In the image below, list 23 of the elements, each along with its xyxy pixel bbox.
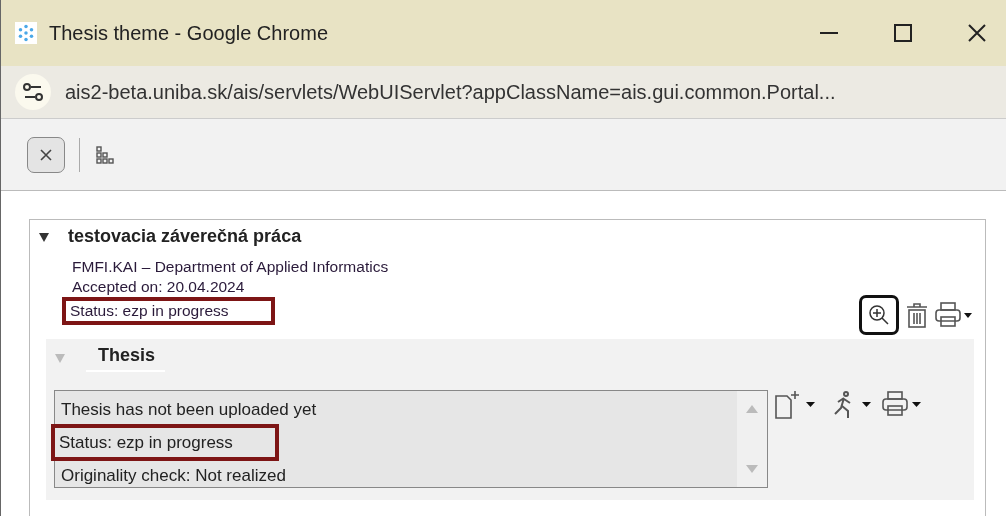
close-button[interactable] <box>27 136 65 173</box>
info-line: Accepted on: 20.04.2024 <box>71 277 246 297</box>
close-icon[interactable] <box>968 24 986 42</box>
zoom-in-icon <box>868 304 890 326</box>
app-icon <box>15 22 37 44</box>
thesis-title: testovacia záverečná práca <box>68 226 302 247</box>
info-line: Status: ezp in progress <box>58 433 234 452</box>
zoom-in-button[interactable] <box>859 295 899 335</box>
window-title: Thesis theme - Google Chrome <box>49 21 328 45</box>
new-document-dropdown-icon[interactable] <box>774 390 818 420</box>
site-settings-icon[interactable] <box>15 74 51 110</box>
close-icon <box>39 147 53 162</box>
info-line: Thesis has not been uploaded yet <box>60 399 318 421</box>
info-line: Originality check: Not realized <box>60 465 287 487</box>
hierarchy-icon[interactable] <box>94 144 114 165</box>
section-tab[interactable]: Thesis <box>86 343 166 372</box>
info-line: Status: ezp in progress <box>69 302 230 319</box>
maximize-icon[interactable] <box>894 24 912 42</box>
print-dropdown-icon[interactable] <box>935 301 973 329</box>
info-line: FMFI.KAI – Department of Applied Informatics <box>71 257 390 277</box>
expand-toggle-icon[interactable] <box>38 230 50 243</box>
expand-toggle-icon[interactable] <box>54 351 66 364</box>
trash-icon[interactable] <box>905 301 929 329</box>
